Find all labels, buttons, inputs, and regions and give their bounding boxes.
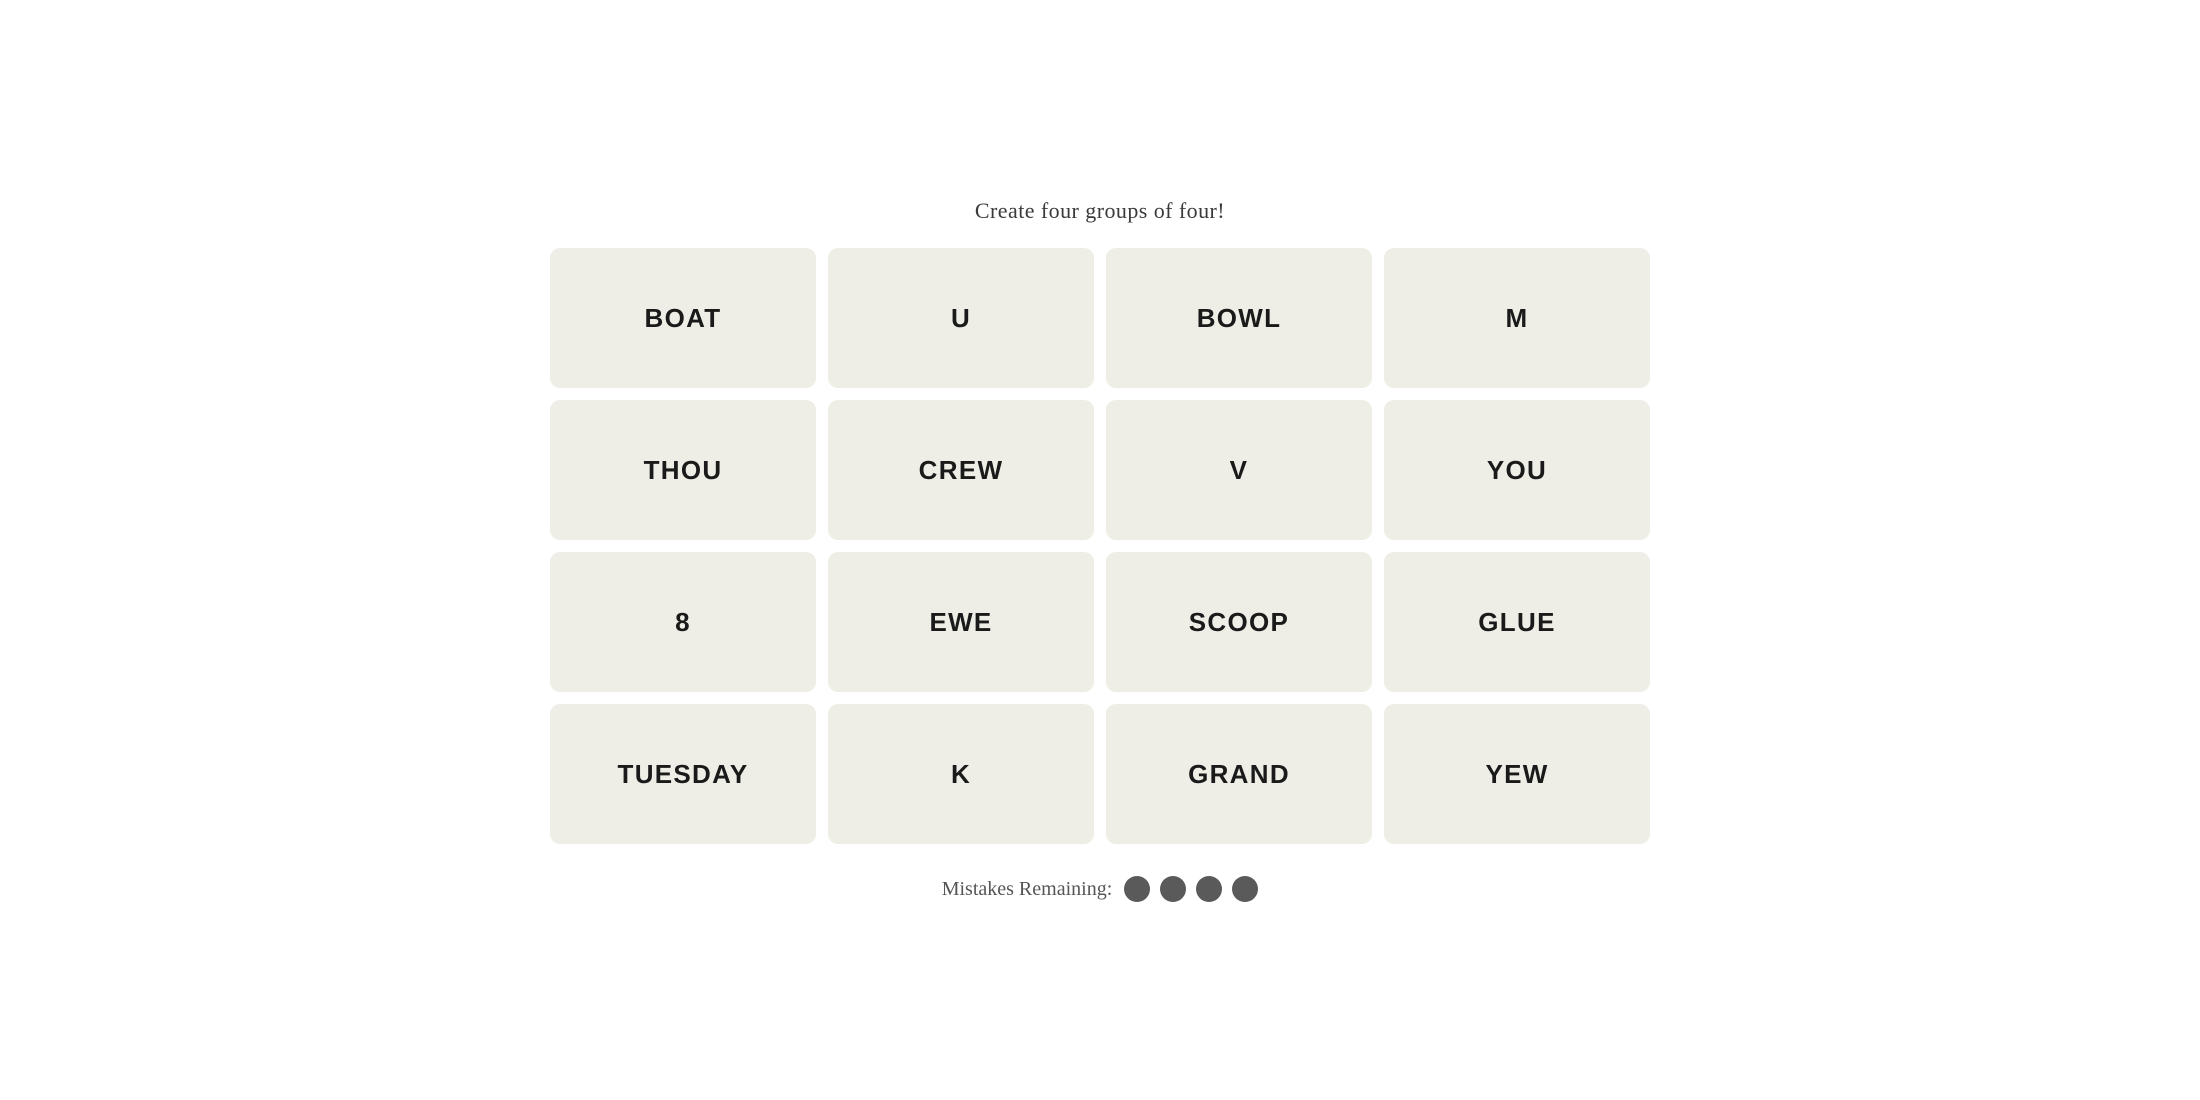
- tile-label-glue: GLUE: [1478, 607, 1555, 638]
- tile-label-thou: THOU: [644, 455, 723, 486]
- tile-m[interactable]: M: [1384, 248, 1650, 388]
- tile-label-m: M: [1506, 303, 1529, 334]
- tile-bowl[interactable]: BOWL: [1106, 248, 1372, 388]
- subtitle: Create four groups of four!: [975, 198, 1225, 224]
- mistake-dot-2: [1160, 876, 1186, 902]
- tile-label-you: YOU: [1487, 455, 1547, 486]
- tile-k[interactable]: K: [828, 704, 1094, 844]
- tile-grand[interactable]: GRAND: [1106, 704, 1372, 844]
- tile-v[interactable]: V: [1106, 400, 1372, 540]
- tile-ewe[interactable]: EWE: [828, 552, 1094, 692]
- tile-label-boat: BOAT: [645, 303, 722, 334]
- tile-glue[interactable]: GLUE: [1384, 552, 1650, 692]
- tile-tuesday[interactable]: TUESDAY: [550, 704, 816, 844]
- tile-crew[interactable]: CREW: [828, 400, 1094, 540]
- mistakes-area: Mistakes Remaining:: [942, 876, 1259, 902]
- tile-8[interactable]: 8: [550, 552, 816, 692]
- tile-yew[interactable]: YEW: [1384, 704, 1650, 844]
- mistake-dot-3: [1196, 876, 1222, 902]
- tile-label-yew: YEW: [1485, 759, 1548, 790]
- tile-label-grand: GRAND: [1188, 759, 1290, 790]
- tile-label-v: V: [1230, 455, 1249, 486]
- tile-u[interactable]: U: [828, 248, 1094, 388]
- tile-label-scoop: SCOOP: [1189, 607, 1289, 638]
- tile-label-u: U: [951, 303, 971, 334]
- mistakes-label: Mistakes Remaining:: [942, 878, 1113, 901]
- tile-thou[interactable]: THOU: [550, 400, 816, 540]
- mistake-dot-4: [1232, 876, 1258, 902]
- mistake-dot-1: [1124, 876, 1150, 902]
- tile-label-k: K: [951, 759, 971, 790]
- dots-container: [1124, 876, 1258, 902]
- tile-you[interactable]: YOU: [1384, 400, 1650, 540]
- tile-label-8: 8: [675, 607, 691, 638]
- tile-label-crew: CREW: [919, 455, 1004, 486]
- game-container: Create four groups of four! BOAT U BOWL M TH…: [550, 198, 1650, 902]
- tile-scoop[interactable]: SCOOP: [1106, 552, 1372, 692]
- tile-grid: BOAT U BOWL M THOU CREW V YOU 8 EWE SCOOP GLUE TUESD…: [550, 248, 1650, 844]
- tile-boat[interactable]: BOAT: [550, 248, 816, 388]
- tile-label-ewe: EWE: [929, 607, 992, 638]
- tile-label-bowl: BOWL: [1197, 303, 1282, 334]
- tile-label-tuesday: TUESDAY: [618, 759, 749, 790]
